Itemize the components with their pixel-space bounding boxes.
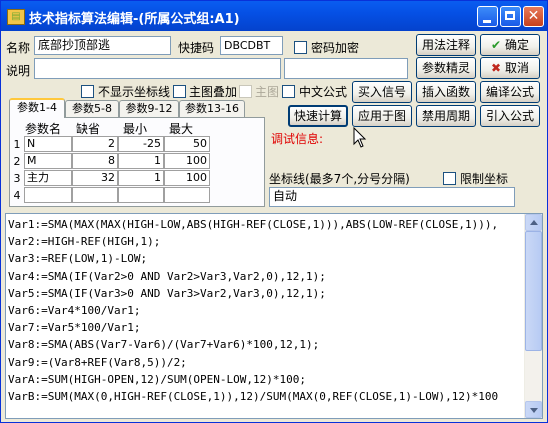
close-button[interactable]: ✕ (523, 6, 544, 27)
disable-period-button[interactable]: 禁用周期 (416, 105, 476, 127)
password-label: 快捷码 (178, 41, 215, 55)
vertical-scrollbar[interactable] (524, 214, 542, 418)
title-bar[interactable]: ▤ 技术指标算法编辑-(所属公式组:A1) ✕ (1, 1, 547, 31)
ok-button[interactable]: ✔ 确定 (480, 34, 540, 56)
limit-axis-checkbox[interactable] (443, 172, 456, 185)
param-panel: 参数名 缺省 最小 最大 1 N 2 -25 50 2 M 8 1 100 3 … (9, 117, 265, 207)
cancel-label: 取消 (504, 61, 529, 75)
code-line: Var1:=SMA(MAX(MAX(HIGH-LOW,ABS(HIGH-REF(… (8, 218, 499, 231)
param-max-cell[interactable]: 100 (164, 153, 210, 169)
param-tabs: 参数1-4 参数5-8 参数9-12 参数13-16 (9, 98, 265, 118)
row-number: 4 (13, 189, 21, 202)
param-name-cell[interactable]: M (24, 153, 72, 169)
cancel-button[interactable]: ✖ 取消 (480, 57, 540, 79)
hide-axis-checkbox[interactable] (81, 85, 94, 98)
password-input[interactable]: DBCDBT (220, 36, 283, 55)
header-max: 最大 (169, 122, 194, 136)
encrypt-checkbox[interactable] (294, 41, 307, 54)
header-default: 缺省 (76, 122, 101, 136)
scroll-up-button[interactable] (525, 214, 542, 231)
chinese-formula-label: 中文公式 (299, 85, 348, 99)
encrypt-label: 密码加密 (311, 41, 360, 55)
app-icon: ▤ (7, 9, 25, 25)
param-default-cell[interactable]: 2 (72, 136, 118, 152)
code-line: VarB:=SUM(MAX(0,HIGH-REF(CLOSE,1)),12)/S… (8, 390, 499, 404)
param-max-cell[interactable] (164, 187, 210, 203)
row-number: 3 (13, 172, 21, 185)
tab-params-1-4[interactable]: 参数1-4 (9, 98, 65, 118)
description-label: 说明 (6, 64, 31, 78)
main-overlay-checkbox[interactable] (173, 85, 186, 98)
formula-code-text[interactable]: Var1:=SMA(MAX(MAX(HIGH-LOW,ABS(HIGH-REF(… (8, 216, 528, 405)
import-signal-button[interactable]: 买入信号 (352, 81, 412, 103)
param-min-cell[interactable]: 1 (118, 153, 164, 169)
name-label: 名称 (6, 41, 31, 55)
axis-line-input[interactable]: 自动 (269, 187, 515, 207)
code-line: Var4:=SMA(IF(Var2>0 AND Var2>Var3,Var2,0… (8, 269, 326, 283)
description-extra-input[interactable] (284, 58, 408, 79)
param-max-cell[interactable]: 100 (164, 170, 210, 186)
param-max-cell[interactable]: 50 (164, 136, 210, 152)
code-line: Var7:=Var5*100/Var1; (8, 321, 141, 335)
minimize-button[interactable] (477, 6, 498, 27)
code-line: Var9:=(Var8+REF(Var8,5))/2; (8, 355, 187, 369)
name-input[interactable]: 底部抄顶部逃 (34, 36, 171, 55)
param-default-cell[interactable] (72, 187, 118, 203)
quick-calc-button[interactable]: 快速计算 (288, 105, 348, 127)
param-min-cell[interactable]: -25 (118, 136, 164, 152)
tab-params-9-12[interactable]: 参数9-12 (119, 100, 179, 117)
row-number: 1 (13, 138, 21, 151)
param-default-cell[interactable]: 8 (72, 153, 118, 169)
chinese-formula-checkbox[interactable] (282, 85, 295, 98)
import-formula-button[interactable]: 引入公式 (480, 105, 540, 127)
usage-notes-button[interactable]: 用法注释 (416, 34, 476, 56)
tab-params-13-16[interactable]: 参数13-16 (179, 100, 245, 117)
compile-formula-button[interactable]: 编译公式 (480, 81, 540, 103)
tab-params-5-8[interactable]: 参数5-8 (65, 100, 119, 117)
apply-to-chart-button[interactable]: 应用于图 (352, 105, 412, 127)
description-input[interactable] (34, 58, 281, 79)
close-icon: ✕ (527, 8, 540, 24)
scroll-down-button[interactable] (525, 401, 542, 418)
param-name-cell[interactable]: 主力 (24, 170, 72, 186)
cross-icon: ✖ (491, 61, 502, 75)
param-min-cell[interactable]: 1 (118, 170, 164, 186)
param-name-cell[interactable]: N (24, 136, 72, 152)
window-title: 技术指标算法编辑-(所属公式组:A1) (29, 12, 240, 27)
main-chart-checkbox (239, 85, 252, 98)
arrow-up-icon (530, 220, 538, 225)
ok-label: 确定 (504, 38, 529, 52)
header-param-name: 参数名 (25, 122, 62, 136)
arrow-down-icon (530, 408, 538, 413)
header-min: 最小 (123, 122, 148, 136)
param-min-cell[interactable] (118, 187, 164, 203)
insert-function-button[interactable]: 插入函数 (416, 81, 476, 103)
limit-axis-label: 限制坐标 (460, 172, 509, 186)
row-number: 2 (13, 155, 21, 168)
formula-editor-window: ▤ 技术指标算法编辑-(所属公式组:A1) ✕ 名称 底部抄顶部逃 快捷码 DB… (0, 0, 548, 423)
scroll-thumb[interactable] (525, 231, 542, 351)
code-line: Var3:=REF(LOW,1)-LOW; (8, 252, 148, 266)
mouse-cursor-icon (353, 126, 367, 149)
code-line: Var2:=HIGH-REF(HIGH,1); (8, 235, 161, 249)
code-line: Var5:=SMA(IF(Var3>0 AND Var3>Var2,Var3,0… (8, 286, 326, 300)
code-line: Var6:=Var4*100/Var1; (8, 304, 141, 318)
param-default-cell[interactable]: 32 (72, 170, 118, 186)
axis-line-label: 坐标线(最多7个,分号分隔) (269, 172, 410, 186)
code-line: Var8:=SMA(ABS(Var7-Var6)/(Var7+Var6)*100… (8, 338, 320, 352)
formula-code-editor[interactable]: Var1:=SMA(MAX(MAX(HIGH-LOW,ABS(HIGH-REF(… (5, 213, 543, 419)
param-wizard-button[interactable]: 参数精灵 (416, 57, 476, 79)
param-name-cell[interactable] (24, 187, 72, 203)
check-icon: ✔ (491, 38, 502, 52)
maximize-button[interactable] (500, 6, 521, 27)
debug-info-label: 调试信息: (271, 132, 324, 146)
code-line: VarA:=SUM(HIGH-OPEN,12)/SUM(OPEN-LOW,12)… (8, 372, 307, 386)
